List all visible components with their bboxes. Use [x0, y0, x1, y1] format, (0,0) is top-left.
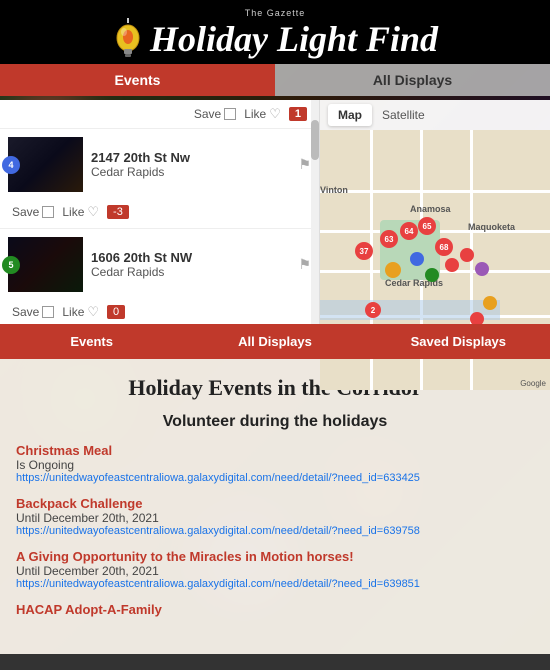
heart-icon: ♡	[269, 106, 281, 122]
flag-icon-1[interactable]: ⚑	[298, 156, 311, 173]
bulb-icon	[112, 18, 144, 60]
save-label-2: Save	[12, 305, 39, 319]
map-tabs-bar: Map Satellite	[320, 100, 550, 130]
like-label-2: Like	[62, 305, 84, 319]
event-date-1: Is Ongoing	[16, 458, 534, 472]
save-button[interactable]: Save	[194, 107, 236, 121]
map-tab-map[interactable]: Map	[328, 104, 372, 126]
save-label: Save	[194, 107, 221, 121]
scrollbar[interactable]	[311, 100, 319, 329]
map-marker-bot2[interactable]	[483, 296, 497, 310]
city-label-west: Vinton	[320, 185, 348, 195]
map-marker-blue[interactable]	[410, 252, 424, 266]
listing-like-button-2[interactable]: Like ♡	[62, 304, 99, 320]
listing-row-1: 4 2147 20th St Nw Cedar Rapids ⚑	[0, 129, 319, 200]
site-title: Holiday Light Find	[150, 18, 438, 60]
event-name-4: HACAP Adopt-A-Family	[16, 602, 534, 617]
content-area: Events All Displays Save Like ♡ 1 4	[0, 64, 550, 654]
map-marker-63[interactable]: 63	[380, 230, 398, 248]
map-marker-2[interactable]: 2	[365, 302, 381, 318]
map-marker-orange[interactable]	[385, 262, 401, 278]
events-section: Holiday Events in the Corridor Volunteer…	[0, 359, 550, 654]
listing-city-2: Cedar Rapids	[91, 265, 290, 279]
listing-img-wrapper-1: 4	[8, 137, 83, 192]
event-item-2: Backpack Challenge Until December 20th, …	[16, 496, 534, 537]
listing-save-button-2[interactable]: Save	[12, 305, 54, 319]
map-tab-satellite[interactable]: Satellite	[372, 104, 435, 126]
listing-marker-1: 4	[2, 156, 20, 174]
like-label: Like	[244, 107, 266, 121]
header-title-row: Holiday Light Find	[0, 18, 550, 60]
tab-events-top[interactable]: Events	[0, 64, 275, 96]
city-label-maquoketa: Maquoketa	[468, 222, 515, 232]
map-road-h1	[320, 190, 550, 193]
listing-city-1: Cedar Rapids	[91, 165, 290, 179]
map-marker-68[interactable]: 68	[435, 238, 453, 256]
event-item-4: HACAP Adopt-A-Family	[16, 602, 534, 617]
listing-heart-icon-2: ♡	[87, 304, 99, 320]
listing-count-badge-1: -3	[107, 205, 129, 219]
scroll-thumb[interactable]	[311, 120, 319, 160]
listing-row-2: 5 1606 20th St NW Cedar Rapids ⚑	[0, 229, 319, 300]
gazette-label: The Gazette	[0, 8, 550, 18]
tab-all-displays-bottom[interactable]: All Displays	[183, 324, 366, 359]
listing-like-button-1[interactable]: Like ♡	[62, 204, 99, 220]
map-marker-37[interactable]: 37	[355, 242, 373, 260]
event-name-3: A Giving Opportunity to the Miracles in …	[16, 549, 534, 564]
save-checkbox[interactable]	[224, 108, 236, 120]
event-name-2: Backpack Challenge	[16, 496, 534, 511]
listing-save-button-1[interactable]: Save	[12, 205, 54, 219]
event-date-3: Until December 20th, 2021	[16, 564, 534, 578]
listing-item-2: 5 1606 20th St NW Cedar Rapids ⚑ Save	[0, 229, 319, 329]
listing-marker-2: 5	[2, 256, 20, 274]
page-tabs-top: Events All Displays	[0, 64, 550, 96]
map-marker-65[interactable]: 65	[418, 217, 436, 235]
event-name-1: Christmas Meal	[16, 443, 534, 458]
event-date-2: Until December 20th, 2021	[16, 511, 534, 525]
header: The Gazette Holiday Light Find	[0, 0, 550, 64]
like-label-1: Like	[62, 205, 84, 219]
tab-events-bottom[interactable]: Events	[0, 324, 183, 359]
map-marker-red3[interactable]	[460, 248, 474, 262]
listing-address-2: 1606 20th St NW	[91, 250, 290, 265]
listings-panel: Save Like ♡ 1 4 2147 20th St Nw C	[0, 100, 320, 329]
listing-heart-icon-1: ♡	[87, 204, 99, 220]
listing-actions-1: Save Like ♡ -3	[0, 200, 319, 228]
like-button[interactable]: Like ♡	[244, 106, 281, 122]
map-marker-64[interactable]: 64	[400, 222, 418, 240]
tab-all-displays-top[interactable]: All Displays	[275, 64, 550, 96]
listing-img-wrapper-2: 5	[8, 237, 83, 292]
event-link-2[interactable]: https://unitedwayofeastcentraliowa.galax…	[16, 525, 534, 537]
event-item-3: A Giving Opportunity to the Miracles in …	[16, 549, 534, 590]
event-link-3[interactable]: https://unitedwayofeastcentraliowa.galax…	[16, 578, 534, 590]
bottom-tabs: Events All Displays Saved Displays	[0, 324, 550, 359]
google-attribution: Google	[520, 379, 546, 388]
flag-icon-2[interactable]: ⚑	[298, 256, 311, 273]
listing-count-badge-2: 0	[107, 305, 125, 319]
event-link-1[interactable]: https://unitedwayofeastcentraliowa.galax…	[16, 472, 534, 484]
listing-info-2: 1606 20th St NW Cedar Rapids	[91, 250, 290, 279]
top-action-bar: Save Like ♡ 1	[0, 100, 319, 129]
event-item-1: Christmas Meal Is Ongoing https://united…	[16, 443, 534, 484]
listing-address-1: 2147 20th St Nw	[91, 150, 290, 165]
like-count-badge: 1	[289, 107, 307, 121]
save-label-1: Save	[12, 205, 39, 219]
listing-save-checkbox-1[interactable]	[42, 206, 54, 218]
events-sub-title: Volunteer during the holidays	[16, 413, 534, 431]
listing-save-checkbox-2[interactable]	[42, 306, 54, 318]
map-marker-purple[interactable]	[475, 262, 489, 276]
listing-item-1: 4 2147 20th St Nw Cedar Rapids ⚑ Save	[0, 129, 319, 229]
tab-saved-displays-bottom[interactable]: Saved Displays	[367, 324, 550, 359]
map-marker-red2[interactable]	[445, 258, 459, 272]
city-label-anamosa: Anamosa	[410, 204, 451, 214]
listing-info-1: 2147 20th St Nw Cedar Rapids	[91, 150, 290, 179]
map-marker-green[interactable]	[425, 268, 439, 282]
